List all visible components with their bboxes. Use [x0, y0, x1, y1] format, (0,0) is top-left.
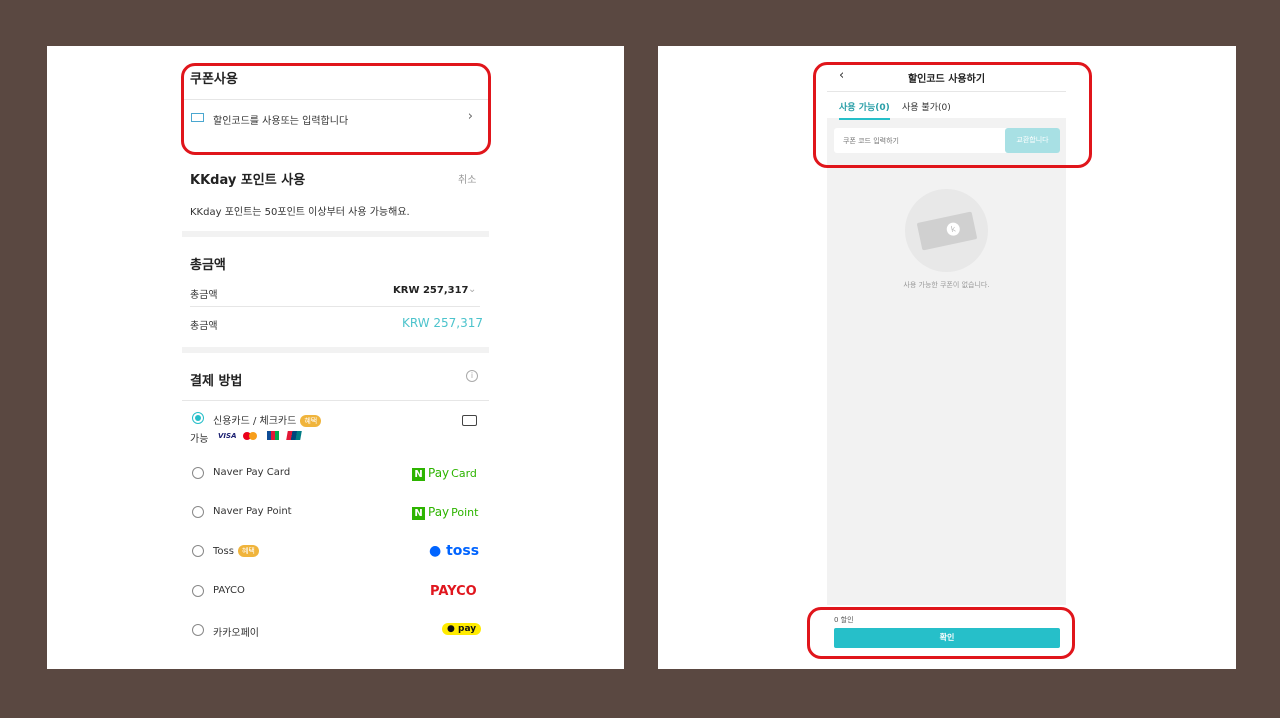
benefit-badge: 혜택	[237, 545, 259, 557]
radio[interactable]	[192, 467, 204, 479]
payment-title: 결제 방법	[190, 374, 243, 389]
method-label: 신용카드 / 체크카드	[213, 416, 297, 427]
info-icon[interactable]: i	[466, 370, 478, 382]
coupon-code-panel: ‹ 할인코드 사용하기 사용 가능(0) 사용 불가(0) 교환합니다 k 사용…	[658, 46, 1236, 669]
total-value: KRW 257,317	[393, 285, 469, 296]
payco-logo: PAYCO	[430, 584, 477, 599]
radio-selected[interactable]	[192, 412, 204, 424]
radio[interactable]	[192, 545, 204, 557]
chevron-down-icon[interactable]: ⌄	[468, 284, 476, 295]
empty-coupon-icon: k	[905, 189, 988, 272]
mastercard-logo	[243, 432, 257, 440]
final-total-value: KRW 257,317	[402, 316, 484, 330]
highlight-box	[807, 607, 1075, 659]
method-label: Naver Pay Card	[213, 467, 291, 478]
method-label: PAYCO	[213, 585, 245, 596]
empty-state-text: 사용 가능한 쿠폰이 없습니다.	[903, 281, 990, 289]
method-label: Toss	[213, 546, 234, 557]
total-title: 총금액	[190, 258, 226, 273]
total-label: 총금액	[190, 321, 218, 332]
points-note: KKday 포인트는 50포인트 이상부터 사용 가능해요.	[190, 207, 410, 218]
kakaopay-logo: ● pay	[442, 623, 482, 635]
points-cancel-button[interactable]: 취소	[458, 171, 476, 186]
card-available-label: 가능	[190, 434, 209, 445]
benefit-badge: 혜택	[300, 415, 322, 427]
naver-pay-point-logo: N Pay Point	[412, 505, 478, 520]
jcb-logo	[267, 431, 279, 440]
method-label: 카카오페이	[213, 628, 259, 639]
radio[interactable]	[192, 624, 204, 636]
total-label: 총금액	[190, 290, 218, 301]
toss-logo: ● toss	[429, 543, 480, 559]
naver-pay-card-logo: N Pay Card	[412, 466, 477, 481]
visa-logo: VISA	[218, 432, 237, 440]
radio[interactable]	[192, 585, 204, 597]
checkout-panel: 쿠폰사용 할인코드를 사용또는 입력합니다 › KKday 포인트 사용 취소 …	[47, 46, 624, 669]
unionpay-logo	[286, 431, 302, 440]
radio[interactable]	[192, 506, 204, 518]
highlight-box	[813, 62, 1092, 168]
method-label: Naver Pay Point	[213, 506, 292, 517]
credit-card-icon	[462, 415, 477, 426]
points-title: KKday 포인트 사용	[190, 173, 306, 188]
highlight-box	[181, 63, 491, 155]
